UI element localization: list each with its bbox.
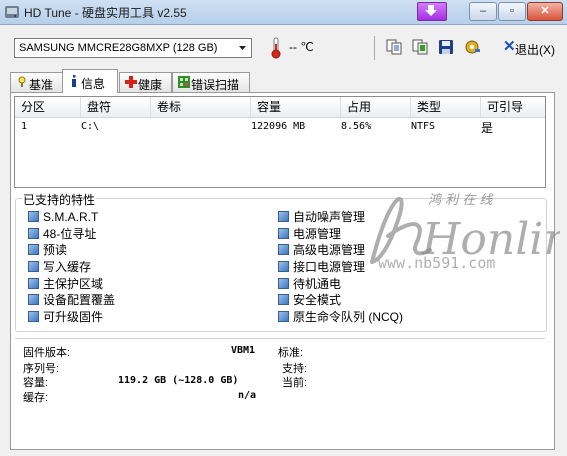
benchmark-icon [18,76,26,87]
tab-error-scan[interactable]: 错误扫描 [172,72,250,92]
minimize-button[interactable]: – [469,2,497,21]
close-button[interactable]: ✕ [527,2,563,21]
toolbar-separator [374,36,375,60]
copy-icon[interactable] [385,38,403,56]
cache-label: 缓存: [23,392,49,404]
feature-indicator [278,228,289,239]
partition-list[interactable]: 分区 盘符 卷标 容量 占用 类型 可引导 1 C:\ 122096 MB 8.… [14,96,546,188]
feature-indicator [28,244,39,255]
feature-indicator [278,294,289,305]
column-header[interactable]: 分区 [15,97,81,117]
cell-capacity: 122096 MB [251,121,306,132]
capacity-label: 容量: [23,377,49,389]
column-header[interactable]: 类型 [411,97,481,117]
app-icon [5,6,19,18]
exit-button[interactable]: ✕ 退出(X) [500,38,556,58]
table-row[interactable]: 1 C:\ 122096 MB 8.56% NTFS 是 [15,119,545,135]
tab-benchmark[interactable]: 基准 [10,72,63,92]
maximize-button[interactable]: ▫ [498,2,526,21]
health-icon [125,76,137,88]
tab-info[interactable]: 信息 [62,69,118,93]
exit-x-icon: ✕ [503,38,516,55]
drive-select-value: SAMSUNG MMCRE28G8MXP (128 GB) [19,42,218,54]
features-title: 已支持的特性 [22,191,97,208]
watermark-url: www.nb591.com [378,254,496,272]
window-title: HD Tune - 硬盘实用工具 v2.55 [24,6,187,20]
column-header[interactable]: 占用 [341,97,411,117]
firmware-value: VBM1 [231,345,256,356]
column-header[interactable]: 容量 [251,97,341,117]
save-icon[interactable] [437,38,455,56]
download-button[interactable] [417,2,447,21]
info-icon [72,75,76,87]
column-header[interactable]: 卷标 [151,97,251,117]
current-label: 当前: [282,377,308,389]
title-bar: HD Tune - 硬盘实用工具 v2.55 – ▫ ✕ [0,0,567,25]
feature-indicator [278,311,289,322]
feature-indicator [278,278,289,289]
download-arrow-icon [425,5,437,16]
tab-label: 信息 [81,77,106,91]
feature-indicator [28,211,39,222]
thermometer-icon [271,37,281,59]
cache-value: n/a [238,390,257,401]
details-separator [15,338,545,339]
firmware-label: 固件版本: [23,347,71,359]
standard-label: 标准: [278,347,304,359]
feature-indicator [278,211,289,222]
cell-partition: 1 [21,121,28,132]
tab-label: 基准 [29,78,54,92]
feature-indicator [278,244,289,255]
tab-health[interactable]: 健康 [119,72,172,92]
copy-all-icon[interactable] [411,38,429,56]
feature-indicator [278,261,289,272]
watermark-cn: 鸿 利 在 线 [428,193,493,208]
cell-bootable: 是 [481,121,494,135]
partition-list-header: 分区 盘符 卷标 容量 占用 类型 可引导 [15,97,545,118]
column-header[interactable]: 盘符 [81,97,151,117]
chevron-down-icon[interactable] [234,39,251,57]
hdtune-window: HD Tune - 硬盘实用工具 v2.55 – ▫ ✕ SAMSUNG MMC… [0,0,567,456]
feature-indicator [28,278,39,289]
column-header[interactable]: 可引导 [481,97,545,117]
cell-type: NTFS [411,121,436,132]
feature-indicator [28,261,39,272]
exit-label: 退出(X) [515,43,555,57]
tab-label: 健康 [138,78,163,92]
options-icon[interactable] [463,38,481,56]
temperature-readout: -- ℃ [289,40,314,54]
capacity-value: 119.2 GB (~128.0 GB) [118,375,239,386]
feature-indicator [28,228,39,239]
error-scan-icon [178,76,190,88]
feature-indicator [28,294,39,305]
cell-usage: 8.56% [341,121,372,132]
drive-select[interactable]: SAMSUNG MMCRE28G8MXP (128 GB) [14,38,252,58]
tab-label: 错误扫描 [191,78,240,92]
cell-drive-letter: C:\ [81,121,100,132]
feature-indicator [28,311,39,322]
